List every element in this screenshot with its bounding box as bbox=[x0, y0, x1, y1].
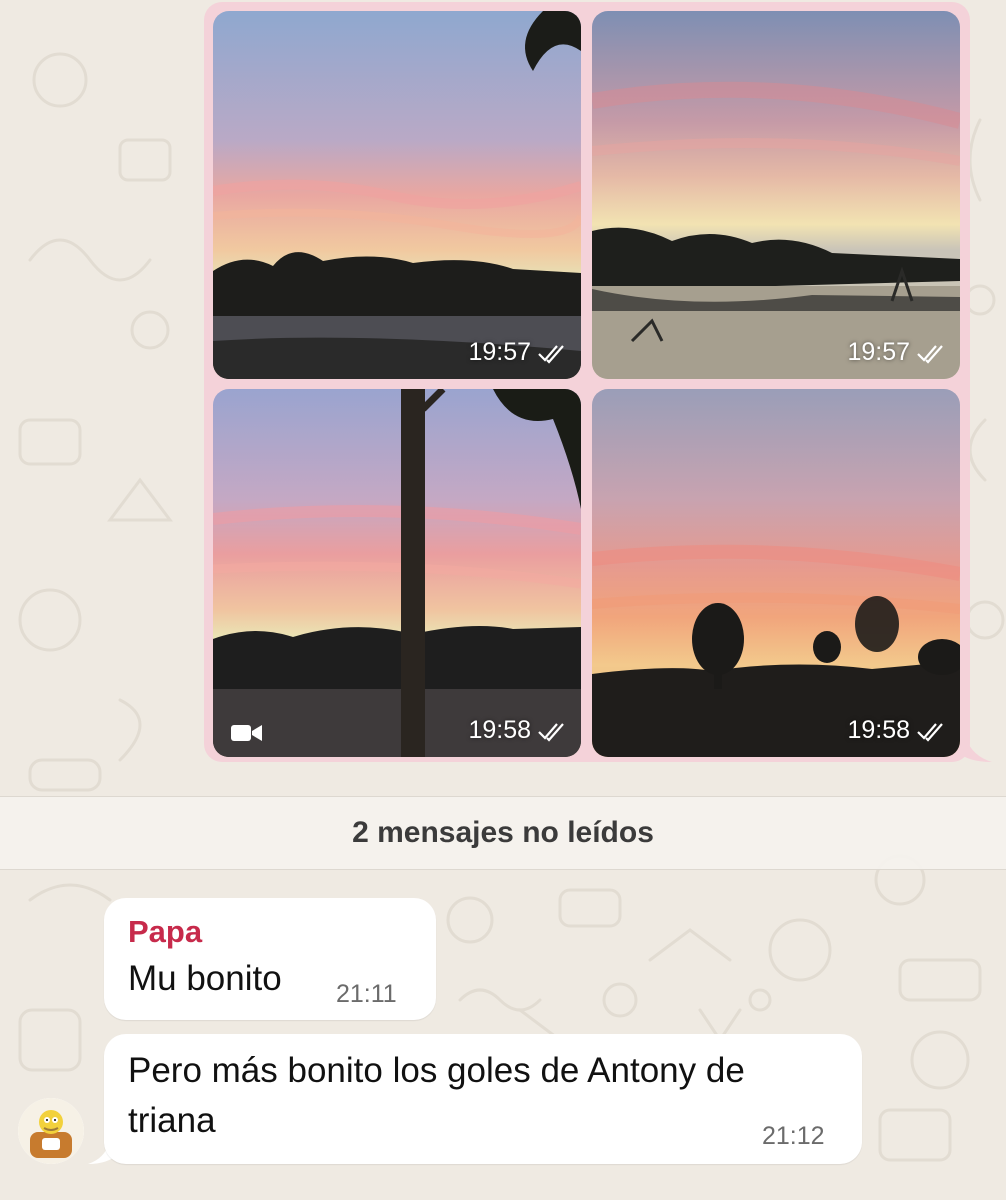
sunset-trees-photo bbox=[592, 389, 960, 757]
unread-messages-divider: 2 mensajes no leídos bbox=[0, 796, 1006, 870]
message-text-line: triana bbox=[128, 1101, 216, 1140]
photo-timestamp: 19:58 bbox=[468, 716, 567, 745]
photo-thumbnail[interactable]: 19:58 bbox=[592, 389, 960, 757]
photo-timestamp: 19:57 bbox=[847, 338, 946, 367]
message-timestamp: 21:11 bbox=[336, 980, 397, 1008]
photo-thumbnail[interactable]: 19:57 bbox=[592, 11, 960, 379]
bubble-tail bbox=[958, 738, 992, 762]
video-thumbnail[interactable]: 19:58 bbox=[213, 389, 581, 757]
read-checks-icon bbox=[917, 722, 943, 742]
video-camera-icon bbox=[231, 725, 262, 741]
message-text: Mu bonito bbox=[128, 959, 282, 998]
sender-avatar[interactable] bbox=[18, 1098, 84, 1164]
sunset-lake-photo bbox=[213, 11, 581, 379]
photo-timestamp: 19:57 bbox=[468, 338, 567, 367]
incoming-message-bubble[interactable]: Papa Mu bonito 21:11 bbox=[104, 898, 436, 1020]
incoming-message-bubble[interactable]: Pero más bonito los goles de Antony de t… bbox=[104, 1034, 862, 1164]
photo-timestamp: 19:58 bbox=[847, 716, 946, 745]
cartoon-avatar-icon bbox=[18, 1098, 84, 1164]
message-timestamp: 21:12 bbox=[762, 1122, 825, 1150]
sender-name[interactable]: Papa bbox=[128, 914, 202, 950]
message-text-line: Pero más bonito los goles de Antony de bbox=[128, 1051, 745, 1090]
read-checks-icon bbox=[917, 344, 943, 364]
read-checks-icon bbox=[538, 344, 564, 364]
sunset-lake-photo bbox=[592, 11, 960, 379]
read-checks-icon bbox=[538, 722, 564, 742]
unread-messages-label: 2 mensajes no leídos bbox=[352, 816, 654, 849]
sunset-pole-video bbox=[213, 389, 581, 757]
photo-thumbnail[interactable]: 19:57 bbox=[213, 11, 581, 379]
